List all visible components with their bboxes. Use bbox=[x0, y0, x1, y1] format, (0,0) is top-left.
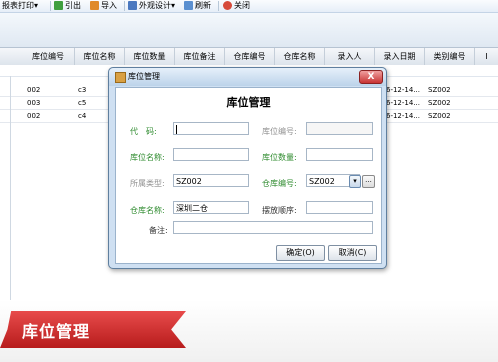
appearance-design-label: 外观设计 bbox=[139, 1, 171, 10]
toolbar: 报表打印▾ 引出 导入 外观设计▾ 刷新 关闭 bbox=[0, 0, 498, 13]
dialog-titlebar[interactable]: 库位管理 X bbox=[109, 68, 386, 86]
report-print-menu[interactable]: 报表打印▾ bbox=[2, 1, 38, 11]
dialog-title: 库位管理 bbox=[128, 72, 160, 81]
location-name-label: 库位名称: bbox=[130, 153, 165, 162]
import-button[interactable]: 导入 bbox=[101, 1, 117, 11]
import-label: 导入 bbox=[101, 1, 117, 10]
form-title: 库位管理 bbox=[226, 96, 271, 109]
dialog-close-button[interactable]: X bbox=[359, 70, 383, 84]
refresh-icon bbox=[184, 1, 193, 10]
cell-date: 6-12-14... bbox=[386, 99, 420, 107]
toolbar-separator bbox=[50, 1, 51, 11]
appearance-design-menu[interactable]: 外观设计▾ bbox=[139, 1, 175, 11]
column-header[interactable]: 库位名称 bbox=[75, 48, 125, 65]
column-header[interactable]: 录入日期 bbox=[375, 48, 425, 65]
cell-date: 6-12-14... bbox=[386, 86, 420, 94]
text-cursor bbox=[176, 125, 177, 134]
refresh-label: 刷新 bbox=[195, 1, 211, 10]
column-header[interactable]: 仓库名称 bbox=[275, 48, 325, 65]
column-header[interactable]: 库位备注 bbox=[175, 48, 225, 65]
column-header[interactable]: 库位数量 bbox=[125, 48, 175, 65]
toolbar-separator bbox=[124, 1, 125, 11]
code-field[interactable] bbox=[173, 122, 249, 135]
dropdown-caret-icon: ▾ bbox=[171, 1, 176, 10]
banner-title: 库位管理 bbox=[22, 322, 91, 341]
column-header[interactable]: 类别编号 bbox=[425, 48, 475, 65]
app-icon bbox=[115, 72, 126, 83]
category-label: 所属类型: bbox=[130, 179, 165, 188]
cell-name: c4 bbox=[78, 112, 87, 120]
category-field[interactable]: SZ002 bbox=[173, 174, 249, 187]
dropdown-caret-icon: ▾ bbox=[34, 1, 39, 10]
dialog-body: 库位管理 代 码: 库位编号: 库位名称: 库位数量: 所属类型: SZ002 … bbox=[115, 87, 382, 264]
cell-category: SZ002 bbox=[428, 99, 451, 107]
location-qty-field[interactable] bbox=[306, 148, 373, 161]
code-label: 代 码: bbox=[130, 127, 157, 136]
column-header[interactable]: 仓库编号 bbox=[225, 48, 275, 65]
cancel-button[interactable]: 取消(C) bbox=[328, 245, 377, 261]
column-header[interactable]: 录入人 bbox=[325, 48, 375, 65]
cell-date: 6-12-14... bbox=[386, 112, 420, 120]
close-button[interactable]: 关闭 bbox=[234, 1, 250, 11]
location-dialog: 库位管理 X 库位管理 代 码: 库位编号: 库位名称: 库位数量: 所属类型:… bbox=[108, 67, 387, 269]
cell-code: 002 bbox=[27, 112, 41, 120]
warehouse-name-label: 仓库名称: bbox=[130, 206, 165, 215]
sort-order-label: 摆放顺序: bbox=[262, 206, 297, 215]
close-icon bbox=[223, 1, 232, 10]
refresh-button[interactable]: 刷新 bbox=[195, 1, 211, 11]
remark-field[interactable] bbox=[173, 221, 373, 234]
chevron-down-icon[interactable]: ▾ bbox=[349, 175, 361, 188]
location-no-field[interactable] bbox=[306, 122, 373, 135]
location-qty-label: 库位数量: bbox=[262, 153, 297, 162]
export-button[interactable]: 引出 bbox=[65, 1, 81, 11]
location-no-label: 库位编号: bbox=[262, 127, 297, 136]
cell-name: c5 bbox=[78, 99, 87, 107]
export-icon bbox=[54, 1, 63, 10]
location-name-field[interactable] bbox=[173, 148, 249, 161]
export-label: 引出 bbox=[65, 1, 81, 10]
grid-header: 库位编号 库位名称 库位数量 库位备注 仓库编号 仓库名称 录入人 录入日期 类… bbox=[0, 47, 498, 66]
ok-button[interactable]: 确定(O) bbox=[276, 245, 325, 261]
cell-code: 002 bbox=[27, 86, 41, 94]
header-band bbox=[0, 13, 498, 47]
cell-code: 003 bbox=[27, 99, 41, 107]
warehouse-no-label: 仓库编号: bbox=[262, 179, 297, 188]
cell-name: c3 bbox=[78, 86, 87, 94]
sort-order-field[interactable] bbox=[306, 201, 373, 214]
column-header[interactable]: I bbox=[475, 48, 498, 65]
warehouse-name-field[interactable]: 深圳二仓 bbox=[173, 201, 249, 214]
grid-left-border bbox=[10, 76, 11, 316]
remark-label: 备注: bbox=[149, 226, 168, 235]
cell-category: SZ002 bbox=[428, 112, 451, 120]
column-header[interactable]: 库位编号 bbox=[22, 48, 75, 65]
design-icon bbox=[128, 1, 137, 10]
cell-category: SZ002 bbox=[428, 86, 451, 94]
toolbar-separator bbox=[218, 1, 219, 11]
browse-button[interactable]: ... bbox=[362, 175, 375, 188]
report-print-label: 报表打印 bbox=[2, 1, 34, 10]
close-label: 关闭 bbox=[234, 1, 250, 10]
import-icon bbox=[90, 1, 99, 10]
